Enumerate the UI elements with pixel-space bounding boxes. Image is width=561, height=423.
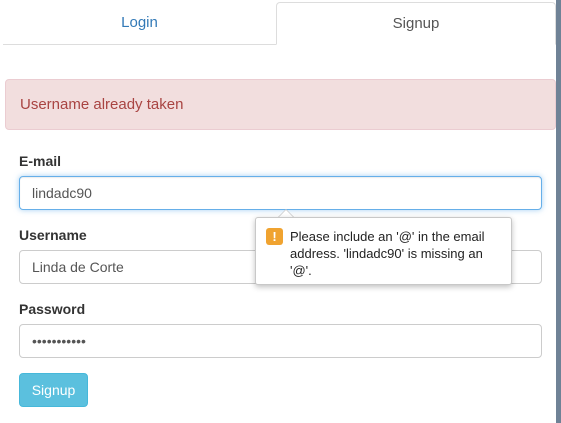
email-label: E-mail	[19, 153, 62, 169]
validation-message: Please include an '@' in the email addre…	[290, 229, 485, 278]
warning-icon: !	[266, 228, 283, 245]
tab-signup[interactable]: Signup	[276, 2, 556, 45]
tab-login[interactable]: Login	[3, 2, 276, 43]
error-alert: Username already taken	[5, 79, 556, 130]
password-label: Password	[19, 301, 86, 317]
password-field[interactable]	[19, 324, 542, 358]
validation-tooltip: ! Please include an '@' in the email add…	[255, 217, 512, 285]
email-field[interactable]	[19, 176, 542, 210]
tab-bar: Login Signup	[3, 2, 556, 45]
signup-button[interactable]: Signup	[19, 373, 88, 407]
error-alert-text: Username already taken	[20, 96, 184, 113]
username-label: Username	[19, 227, 87, 243]
